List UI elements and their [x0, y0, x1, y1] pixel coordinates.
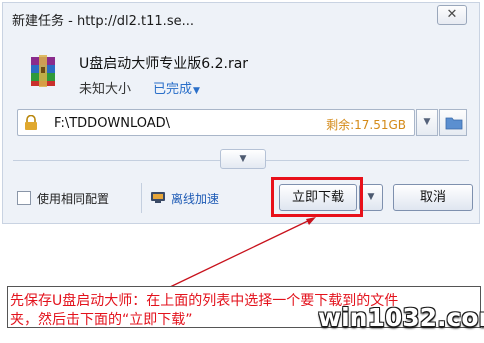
file-name: U盘启动大师专业版6.2.rar — [79, 56, 249, 72]
file-size: 未知大小 — [79, 82, 132, 97]
chevron-down-icon: ▼ — [193, 86, 200, 96]
offline-accelerate-icon — [151, 192, 165, 203]
file-status-dropdown[interactable]: 已完成▼ — [153, 78, 200, 97]
browse-folder-button[interactable] — [439, 109, 467, 136]
cancel-button[interactable]: 取消 — [393, 184, 473, 211]
path-dropdown-button[interactable]: ▼ — [416, 109, 438, 136]
new-task-dialog: 新建任务 - http://dl2.t11.se... ✕ U盘启动大师专业版6… — [2, 2, 480, 224]
divider — [141, 183, 142, 213]
folder-icon — [445, 117, 463, 130]
highlight-box — [271, 177, 363, 217]
save-path-value: F:\TDDOWNLOAD\ — [54, 116, 171, 131]
save-path-input[interactable]: F:\TDDOWNLOAD\ 剩余:17.51GB — [17, 109, 415, 136]
expand-options-button[interactable]: ▼ — [220, 149, 266, 169]
title-bar: 新建任务 - http://dl2.t11.se... ✕ — [3, 3, 479, 39]
file-status-label: 已完成 — [153, 82, 193, 97]
lock-icon — [25, 115, 37, 130]
watermark: win1032.com — [318, 303, 484, 332]
close-button[interactable]: ✕ — [437, 5, 467, 25]
window-title: 新建任务 - http://dl2.t11.se... — [12, 14, 194, 29]
offline-accelerate-link[interactable]: 离线加速 — [171, 190, 219, 207]
annotation-text-line2: 夹，然后击下面的“立即下载” — [10, 312, 193, 328]
free-space-label: 剩余:17.51GB — [326, 118, 406, 132]
same-config-checkbox[interactable] — [17, 191, 31, 205]
same-config-label: 使用相同配置 — [37, 192, 110, 206]
winrar-archive-icon — [31, 55, 55, 87]
